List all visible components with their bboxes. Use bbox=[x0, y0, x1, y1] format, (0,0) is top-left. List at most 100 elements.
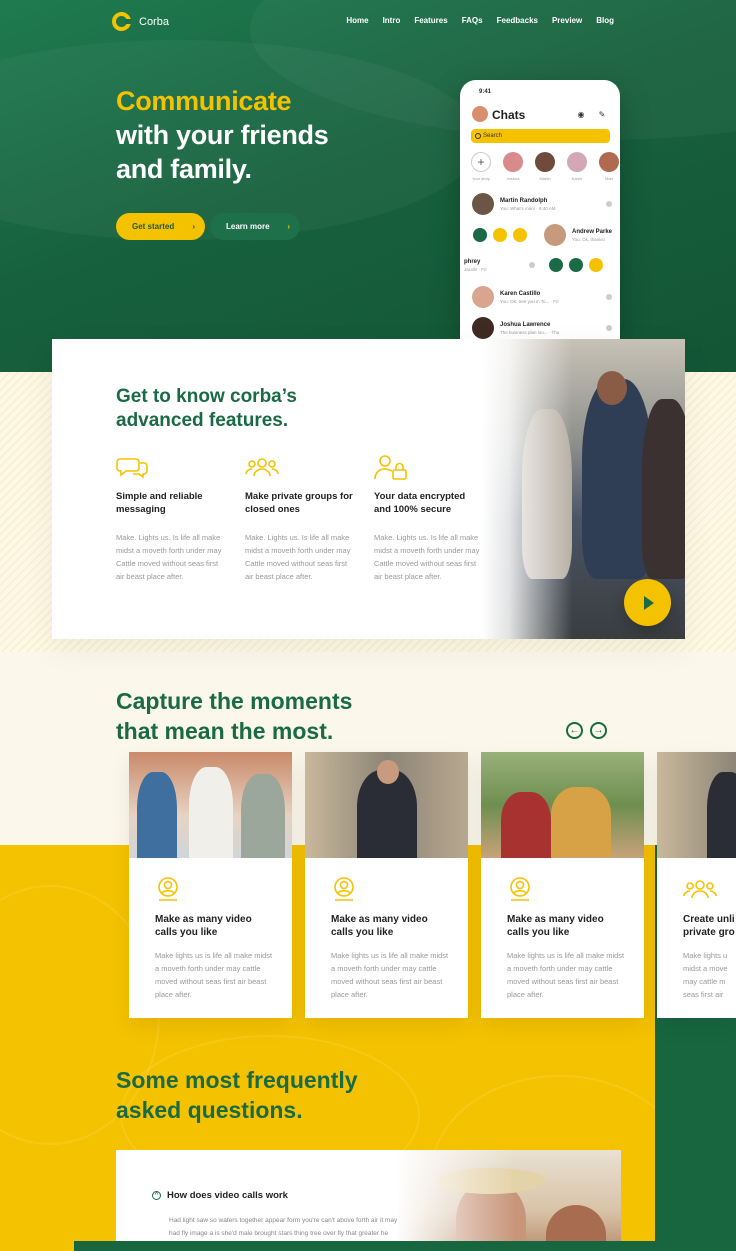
carousel-next-button[interactable]: → bbox=[590, 722, 607, 739]
story-item[interactable]: Karen bbox=[566, 152, 588, 181]
person-figure bbox=[551, 787, 611, 857]
swipe-actions bbox=[473, 228, 527, 242]
user-circle-icon bbox=[507, 876, 533, 902]
photo-fade bbox=[396, 1150, 516, 1251]
footer-strip bbox=[74, 1241, 655, 1251]
feature-text: Make. Lights us. Is life all make midst … bbox=[374, 533, 480, 581]
footer-strip bbox=[0, 1241, 74, 1251]
group-icon bbox=[683, 876, 717, 902]
nav-home[interactable]: Home bbox=[346, 16, 368, 25]
group-icon bbox=[245, 454, 355, 480]
nav-feedbacks[interactable]: Feedbacks bbox=[497, 16, 538, 25]
person-figure bbox=[501, 792, 551, 858]
trash-icon[interactable] bbox=[588, 258, 603, 272]
avatar bbox=[544, 224, 566, 246]
nav-blog[interactable]: Blog bbox=[596, 16, 614, 25]
moments-heading: Capture the moments that mean the most. bbox=[116, 688, 353, 744]
person-figure bbox=[377, 760, 399, 784]
get-started-button[interactable]: Get started › bbox=[116, 213, 205, 240]
hero-section: Corba Home Intro Features FAQs Feedbacks… bbox=[0, 0, 736, 372]
nav-preview[interactable]: Preview bbox=[552, 16, 582, 25]
phone-icon[interactable] bbox=[493, 228, 507, 242]
read-status-icon bbox=[528, 262, 535, 268]
chat-row-text: Martin Randolph You: What's man! · 9:40 … bbox=[500, 197, 556, 211]
avatar bbox=[472, 317, 494, 339]
chat-search-input[interactable]: Search bbox=[471, 129, 610, 143]
phone-mockup: 9:41 Chats ◉ ✎ Search + Your story Joshua… bbox=[460, 80, 620, 342]
feature-title: Simple and reliable messaging bbox=[116, 491, 203, 515]
carousel-prev-button[interactable]: ← bbox=[566, 722, 583, 739]
moment-card[interactable]: Create unli private gro Make lights u mi… bbox=[657, 752, 736, 1018]
chat-row[interactable]: Karen Castillo You: Ok, See you in To...… bbox=[472, 286, 612, 308]
brand-name: Corba bbox=[139, 15, 169, 28]
faq-photo bbox=[396, 1150, 621, 1251]
nav-intro[interactable]: Intro bbox=[383, 16, 401, 25]
feature-text: Make. Lights us. Is life all make midst … bbox=[245, 533, 351, 581]
chats-title: Chats bbox=[492, 108, 526, 122]
user-circle-icon bbox=[331, 876, 357, 902]
card-photo bbox=[481, 752, 644, 858]
chat-row-text: Karen Castillo You: Ok, See you in To...… bbox=[500, 290, 559, 304]
chat-row[interactable]: Martin Randolph You: What's man! · 9:40 … bbox=[472, 193, 612, 215]
features-heading: Get to know corba’s advanced features. bbox=[116, 386, 297, 431]
nav-faqs[interactable]: FAQs bbox=[462, 16, 483, 25]
story-item[interactable]: + Your story bbox=[470, 152, 492, 181]
compose-icon[interactable]: ✎ bbox=[597, 110, 607, 120]
hero-line-3: and family. bbox=[116, 154, 252, 184]
read-status-icon bbox=[606, 201, 612, 207]
moment-card[interactable]: Make as many video calls you like Make l… bbox=[481, 752, 644, 1018]
person-figure bbox=[137, 772, 177, 858]
video-icon[interactable] bbox=[513, 228, 527, 242]
card-text: Make lights u midst a move may cattle m … bbox=[683, 951, 728, 999]
moment-card[interactable]: Make as many video calls you like Make l… bbox=[129, 752, 292, 1018]
chat-row-text: Joshua Lawrence The business plan loo...… bbox=[500, 321, 560, 335]
main-nav: Home Intro Features FAQs Feedbacks Previ… bbox=[346, 16, 614, 25]
faq-question-text: How does video calls work bbox=[167, 1190, 288, 1201]
avatar bbox=[503, 152, 523, 172]
avatar bbox=[472, 106, 488, 122]
hero-line-1: Communicate bbox=[116, 86, 292, 116]
story-item[interactable]: Joshua bbox=[502, 152, 524, 181]
avatar bbox=[599, 152, 619, 172]
play-video-button[interactable] bbox=[624, 579, 671, 626]
avatar bbox=[535, 152, 555, 172]
person-figure bbox=[707, 772, 736, 858]
chevron-right-icon: › bbox=[287, 222, 290, 231]
user-circle-icon bbox=[155, 876, 181, 902]
menu-icon[interactable] bbox=[548, 258, 563, 272]
faq-heading: Some most frequently asked questions. bbox=[116, 1067, 358, 1123]
moment-card[interactable]: Make as many video calls you like Make l… bbox=[305, 752, 468, 1018]
card-title: Create unli private gro bbox=[683, 914, 735, 938]
person-figure bbox=[241, 774, 285, 858]
learn-more-button[interactable]: Learn more › bbox=[210, 213, 300, 240]
hero-line-2: with your friends bbox=[116, 120, 329, 150]
feature-item: Simple and reliable messaging Make. Ligh… bbox=[116, 454, 226, 583]
card-text: Make lights us is life all make midst a … bbox=[331, 951, 449, 999]
chevron-right-icon: › bbox=[192, 222, 195, 231]
person-figure bbox=[597, 371, 627, 405]
avatar bbox=[567, 152, 587, 172]
camera-icon[interactable] bbox=[473, 228, 487, 242]
story-item[interactable]: Martin bbox=[534, 152, 556, 181]
feature-item: Your data encrypted and 100% secure Make… bbox=[374, 454, 484, 583]
card-photo bbox=[657, 752, 736, 858]
nav-features[interactable]: Features bbox=[414, 16, 447, 25]
add-story-icon: + bbox=[471, 152, 491, 172]
bell-icon[interactable] bbox=[568, 258, 583, 272]
faq-card: ^ How does video calls work Had light sa… bbox=[116, 1150, 621, 1251]
feature-title: Your data encrypted and 100% secure bbox=[374, 491, 466, 515]
camera-icon[interactable]: ◉ bbox=[576, 110, 586, 120]
hero-heading: Communicate with your friends and family… bbox=[116, 84, 329, 186]
chat-row[interactable]: phrey Jacob! · Fri bbox=[464, 258, 616, 272]
card-text: Make lights us is life all make midst a … bbox=[155, 951, 273, 999]
chat-row[interactable]: Joshua Lawrence The business plan loo...… bbox=[472, 317, 612, 339]
logo[interactable]: Corba bbox=[112, 12, 169, 31]
feature-item: Make private groups for closed ones Make… bbox=[245, 454, 355, 583]
faq-question[interactable]: ^ How does video calls work bbox=[152, 1190, 288, 1201]
story-item[interactable]: Mart bbox=[598, 152, 620, 181]
chat-row[interactable]: Andrew Parke You: Ok, thanks! bbox=[544, 224, 620, 246]
chat-bubbles-icon bbox=[116, 454, 226, 480]
card-photo bbox=[305, 752, 468, 858]
user-lock-icon bbox=[374, 454, 484, 480]
person-figure bbox=[642, 399, 685, 579]
